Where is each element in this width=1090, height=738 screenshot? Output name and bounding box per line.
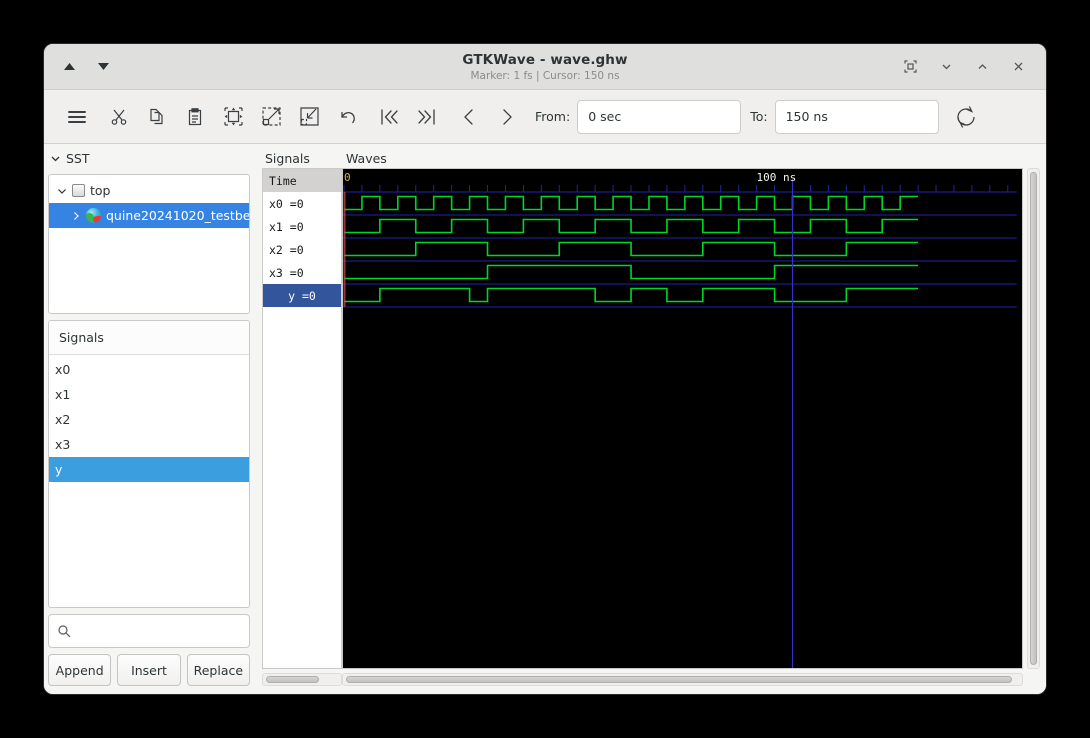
wave-name-row[interactable]: x0 =0 xyxy=(263,192,341,215)
sst-tree[interactable]: top quine20241020_testbench xyxy=(48,174,250,314)
sidebar: SST top quine20241020_testbench xyxy=(44,144,254,694)
wave-names-list[interactable]: Time x0 =0 x1 =0 x2 =0 x3 =0 y =0 xyxy=(262,168,342,669)
tree-item-label: top xyxy=(90,183,111,198)
list-item[interactable]: x1 xyxy=(49,382,249,407)
list-item[interactable]: x3 xyxy=(49,432,249,457)
wave-name-row[interactable]: x2 =0 xyxy=(263,238,341,261)
tree-item-label: quine20241020_testbench xyxy=(106,208,250,223)
signals-panel-header: Signals xyxy=(49,321,249,355)
ruler-zero-label: 0 xyxy=(344,171,351,184)
toolbar: From: 0 sec To: 150 ns xyxy=(44,90,1046,144)
waves-panel: Waves 0 100 ns xyxy=(342,144,1046,694)
chevron-right-icon[interactable] xyxy=(488,98,526,136)
from-input[interactable]: 0 sec xyxy=(577,99,742,134)
zoom-fit-icon[interactable] xyxy=(214,98,252,136)
scissors-icon[interactable] xyxy=(100,98,138,136)
to-label: To: xyxy=(750,109,768,124)
window-subtitle: Marker: 1 fs | Cursor: 150 ns xyxy=(470,69,620,82)
sst-label: SST xyxy=(66,151,90,166)
chevron-right-icon[interactable] xyxy=(71,211,81,221)
window-title: GTKWave - wave.ghw xyxy=(462,51,628,68)
clipboard-icon[interactable] xyxy=(176,98,214,136)
tree-item-testbench[interactable]: quine20241020_testbench xyxy=(49,203,249,228)
gtkwave-window: GTKWave - wave.ghw Marker: 1 fs | Cursor… xyxy=(44,44,1046,694)
zoom-in-icon[interactable] xyxy=(252,98,290,136)
wave-name-row[interactable]: y =0 xyxy=(263,284,341,307)
window-controls xyxy=(900,57,1046,77)
reload-icon[interactable] xyxy=(947,98,985,136)
title-bar-center: GTKWave - wave.ghw Marker: 1 fs | Cursor… xyxy=(44,44,1046,89)
wave-names-panel: Signals Time x0 =0 x1 =0 x2 =0 x3 =0 y =… xyxy=(262,144,342,694)
scrollbar-thumb[interactable] xyxy=(1030,172,1037,665)
skip-to-start-icon[interactable] xyxy=(370,98,408,136)
list-item[interactable]: y xyxy=(49,457,249,482)
triangle-down-icon[interactable] xyxy=(94,58,112,76)
restore-window-icon[interactable] xyxy=(900,57,920,77)
append-button[interactable]: Append xyxy=(48,654,112,686)
wave-canvas[interactable]: 0 100 ns xyxy=(342,168,1023,669)
insert-button[interactable]: Insert xyxy=(117,654,181,686)
scrollbar-thumb[interactable] xyxy=(266,676,320,683)
chevron-down-icon[interactable] xyxy=(936,57,956,77)
wave-names-title: Signals xyxy=(265,151,310,166)
chevron-left-icon[interactable] xyxy=(450,98,488,136)
wave-name-row[interactable]: x1 =0 xyxy=(263,215,341,238)
wave-name-row[interactable]: x3 =0 xyxy=(263,261,341,284)
tree-item-top[interactable]: top xyxy=(49,178,249,203)
search-box[interactable] xyxy=(48,614,250,648)
search-icon xyxy=(57,624,71,638)
time-column-header: Time xyxy=(263,169,341,192)
sst-section-header[interactable]: SST xyxy=(48,150,250,168)
signal-globe-icon xyxy=(86,208,101,223)
replace-button[interactable]: Replace xyxy=(186,654,250,686)
to-input[interactable]: 150 ns xyxy=(774,99,939,134)
waves-title: Waves xyxy=(346,151,387,166)
title-bar-left-controls xyxy=(44,58,112,76)
hamburger-menu-icon[interactable] xyxy=(58,98,96,136)
chevron-up-icon[interactable] xyxy=(972,57,992,77)
ruler-major-label: 100 ns xyxy=(756,171,797,184)
module-icon xyxy=(72,184,85,197)
signal-action-buttons: Append Insert Replace xyxy=(48,654,250,686)
names-horizontal-scrollbar[interactable] xyxy=(262,673,342,686)
skip-to-end-icon[interactable] xyxy=(408,98,446,136)
zoom-out-icon[interactable] xyxy=(290,98,328,136)
chevron-down-icon xyxy=(50,153,61,164)
waveform-plot xyxy=(343,179,1017,668)
panel-divider[interactable] xyxy=(254,144,262,694)
signals-panel: Signals x0 x1 x2 x3 y xyxy=(48,320,250,608)
list-item[interactable]: x0 xyxy=(49,357,249,382)
close-icon[interactable] xyxy=(1008,57,1028,77)
waves-vertical-scrollbar[interactable] xyxy=(1027,168,1040,669)
chevron-down-icon[interactable] xyxy=(57,186,67,196)
search-input[interactable] xyxy=(77,623,241,639)
triangle-up-icon[interactable] xyxy=(60,58,78,76)
main-body: SST top quine20241020_testbench xyxy=(44,144,1046,694)
waves-horizontal-scrollbar[interactable] xyxy=(342,673,1023,686)
copy-icon[interactable] xyxy=(138,98,176,136)
title-bar: GTKWave - wave.ghw Marker: 1 fs | Cursor… xyxy=(44,44,1046,90)
from-label: From: xyxy=(535,109,571,124)
waves-main: 0 100 ns xyxy=(342,168,1040,669)
scrollbar-thumb[interactable] xyxy=(346,676,1013,683)
signals-list[interactable]: x0 x1 x2 x3 y xyxy=(49,355,249,607)
undo-arrow-icon[interactable] xyxy=(328,98,366,136)
list-item[interactable]: x2 xyxy=(49,407,249,432)
